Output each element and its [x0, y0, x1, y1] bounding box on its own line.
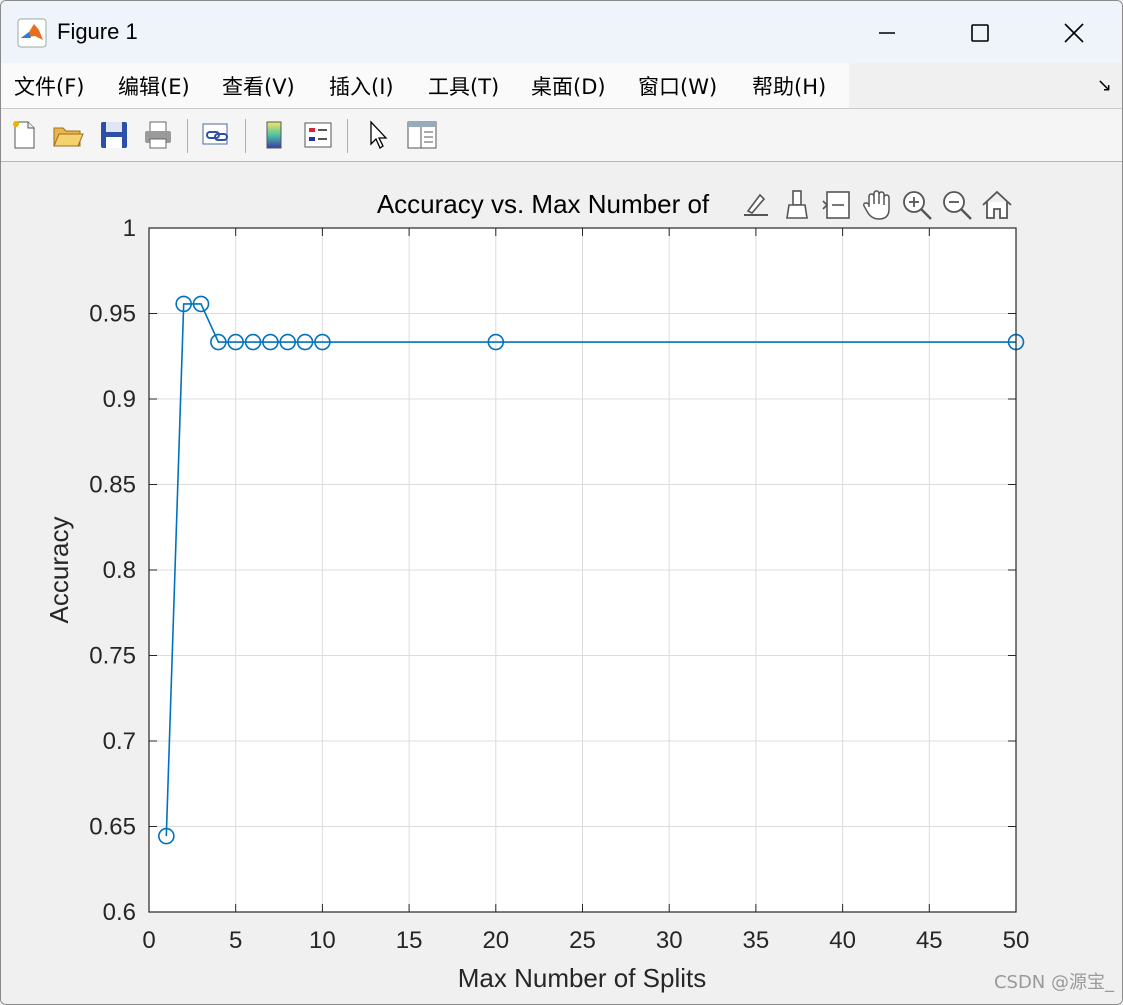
property-inspector-icon[interactable]	[405, 118, 439, 152]
chart-title: Accuracy vs. Max Number of	[377, 189, 710, 219]
title-bar[interactable]: Figure 1	[1, 1, 1122, 63]
new-figure-icon[interactable]	[7, 118, 41, 152]
x-tick-label: 5	[229, 927, 242, 954]
x-tick-label: 25	[569, 927, 596, 954]
figure-window: Figure 1 文件(F) 编辑(E) 查看(V) 插入(I) 工具(T) 桌…	[0, 0, 1123, 1005]
figure-canvas: 0 5 10 15 20 25 30 35 40 45 50 0.6 0.65 0.7 0.75 0.8 0.…	[1, 162, 1122, 1004]
menu-bar: 文件(F) 编辑(E) 查看(V) 插入(I) 工具(T) 桌面(D) 窗口(W…	[1, 63, 1122, 109]
pan-icon[interactable]	[859, 187, 895, 223]
window-title: Figure 1	[57, 19, 138, 44]
y-tick-label: 1	[123, 215, 136, 242]
restore-view-home-icon[interactable]	[979, 187, 1015, 223]
y-tick-labels: 0.6 0.65 0.7 0.75 0.8 0.85 0.9 0.95 1	[89, 215, 136, 926]
figure-toolbar	[1, 109, 1122, 162]
menu-window[interactable]: 窗口(W)	[638, 71, 717, 101]
brush-icon[interactable]	[779, 187, 815, 223]
x-tick-label: 15	[396, 927, 423, 954]
y-tick-label: 0.9	[103, 386, 136, 413]
menu-edit[interactable]: 编辑(E)	[118, 71, 190, 101]
save-icon[interactable]	[97, 118, 131, 152]
toolbar-separator	[187, 119, 188, 153]
maximize-button[interactable]	[960, 13, 1000, 53]
y-tick-label: 0.7	[103, 728, 136, 755]
data-tips-icon[interactable]	[738, 187, 774, 223]
menu-file[interactable]: 文件(F)	[14, 71, 84, 101]
menu-tools[interactable]: 工具(T)	[428, 71, 499, 101]
colorbar-icon[interactable]	[257, 118, 291, 152]
x-tick-label: 10	[309, 927, 336, 954]
print-icon[interactable]	[141, 118, 175, 152]
menu-strip: 文件(F) 编辑(E) 查看(V) 插入(I) 工具(T) 桌面(D) 窗口(W…	[1, 63, 849, 108]
open-file-icon[interactable]	[51, 118, 85, 152]
toolbar-toggle-arrow-icon[interactable]: ↘	[1097, 75, 1112, 96]
y-tick-label: 0.85	[89, 472, 136, 499]
legend-icon[interactable]	[301, 118, 335, 152]
x-tick-label: 35	[743, 927, 770, 954]
x-tick-label: 0	[142, 927, 155, 954]
y-tick-label: 0.8	[103, 557, 136, 584]
x-tick-label: 50	[1003, 927, 1030, 954]
x-tick-label: 20	[482, 927, 509, 954]
close-button[interactable]	[1054, 13, 1094, 53]
y-tick-label: 0.6	[103, 899, 136, 926]
x-tick-label: 30	[656, 927, 683, 954]
x-axis-label: Max Number of Splits	[458, 963, 707, 993]
minimize-button[interactable]	[867, 13, 907, 53]
y-axis-label: Accuracy	[44, 517, 74, 624]
data-cursor-icon[interactable]	[819, 187, 855, 223]
zoom-in-icon[interactable]	[899, 187, 935, 223]
x-tick-labels: 0 5 10 15 20 25 30 35 40 45 50	[142, 927, 1029, 954]
toolbar-separator	[245, 119, 246, 153]
toolbar-separator	[347, 119, 348, 153]
x-tick-label: 45	[916, 927, 943, 954]
y-tick-label: 0.65	[89, 814, 136, 841]
zoom-out-icon[interactable]	[939, 187, 975, 223]
watermark: CSDN @源宝_	[993, 972, 1114, 993]
matlab-logo-icon	[17, 18, 47, 48]
menu-desktop[interactable]: 桌面(D)	[531, 71, 606, 101]
x-tick-label: 40	[829, 927, 856, 954]
y-tick-label: 0.75	[89, 643, 136, 670]
line-chart: 0 5 10 15 20 25 30 35 40 45 50 0.60.650.70.750.80.…	[44, 189, 1029, 993]
y-tick-label: 0.95	[89, 301, 136, 328]
link-plot-icon[interactable]	[199, 118, 233, 152]
edit-plot-arrow-icon[interactable]	[361, 118, 395, 152]
menu-insert[interactable]: 插入(I)	[329, 71, 394, 101]
menu-view[interactable]: 查看(V)	[222, 71, 295, 101]
menu-help[interactable]: 帮助(H)	[752, 71, 826, 101]
